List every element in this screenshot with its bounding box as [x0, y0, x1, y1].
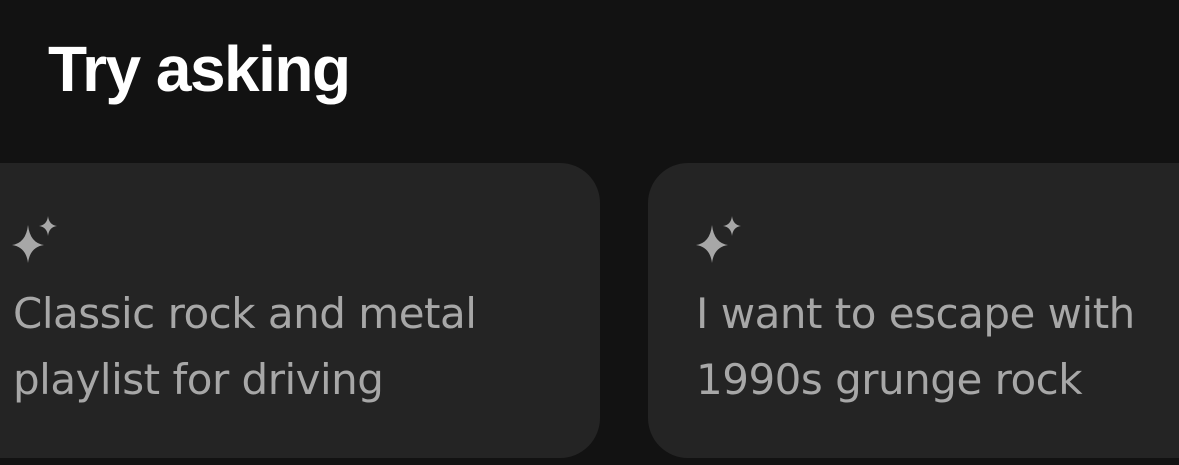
sparkle-icon [10, 215, 60, 265]
try-asking-screen: Try asking Classic rock and metal playli… [0, 0, 1179, 465]
sparkle-icon [694, 215, 744, 265]
prompt-carousel[interactable]: Classic rock and metal playlist for driv… [0, 0, 1179, 465]
prompt-card-classic-rock[interactable]: Classic rock and metal playlist for driv… [0, 163, 600, 458]
prompt-card-grunge-rock[interactable]: I want to escape with 1990s grunge rock [648, 163, 1179, 458]
prompt-text: Classic rock and metal playlist for driv… [13, 289, 477, 404]
prompt-text: I want to escape with 1990s grunge rock [696, 289, 1135, 404]
